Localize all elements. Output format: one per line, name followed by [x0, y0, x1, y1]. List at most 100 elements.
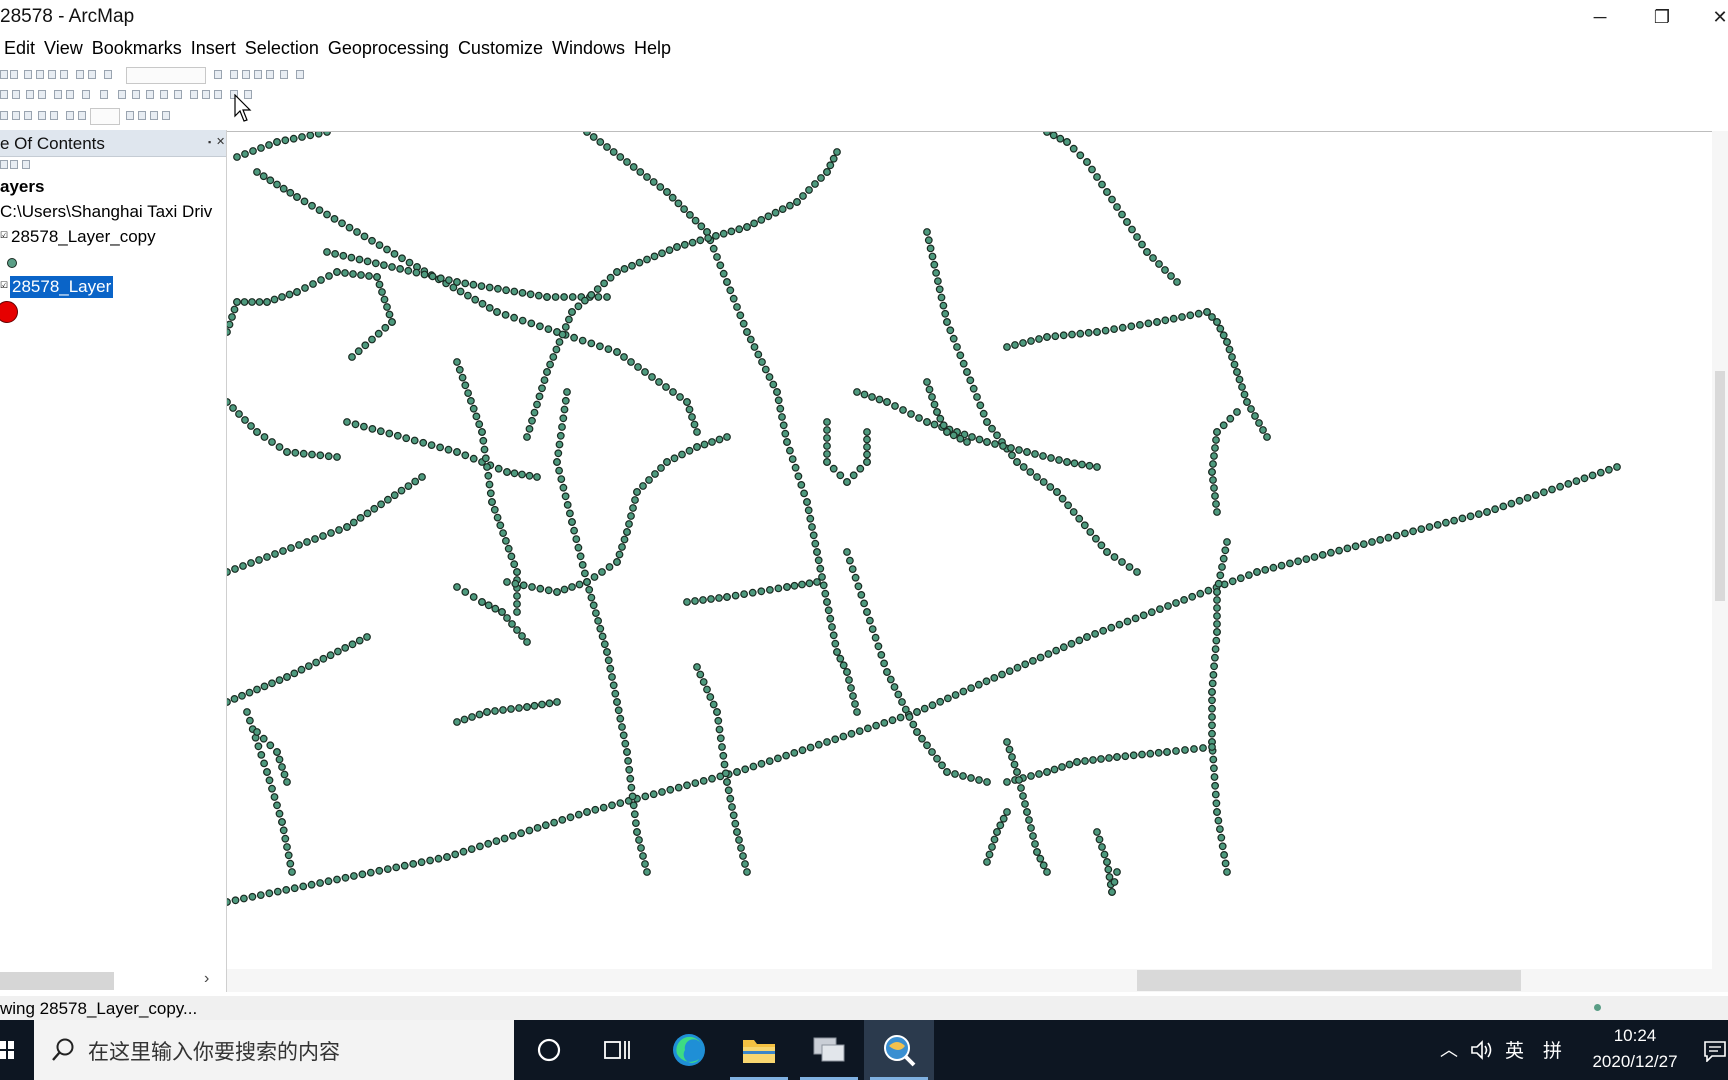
- gps-point: [863, 428, 871, 436]
- fixed-zoom-out-icon[interactable]: [38, 90, 46, 99]
- save-icon[interactable]: [0, 70, 8, 79]
- arctoolbox-icon[interactable]: [266, 70, 274, 79]
- map-display[interactable]: [227, 131, 1728, 970]
- list-by-drawing-order-icon[interactable]: [0, 160, 8, 169]
- cut-icon[interactable]: [24, 70, 32, 79]
- layout-icon-2[interactable]: [12, 111, 20, 120]
- taskbar-search-box[interactable]: 在这里输入你要搜索的内容: [34, 1020, 514, 1080]
- gps-point: [390, 249, 399, 258]
- ime-language[interactable]: 英: [1505, 1036, 1524, 1063]
- text-icon[interactable]: [138, 111, 146, 120]
- clock-time[interactable]: 10:24: [1590, 1026, 1680, 1046]
- copy-icon[interactable]: [36, 70, 44, 79]
- toc-scroll-thumb[interactable]: [0, 972, 114, 990]
- notification-icon[interactable]: [1704, 1040, 1726, 1062]
- group-icon[interactable]: [66, 111, 74, 120]
- menu-bookmarks[interactable]: Bookmarks: [88, 36, 187, 64]
- gps-point: [379, 261, 388, 270]
- catalog-window-icon[interactable]: [242, 70, 250, 79]
- close-button[interactable]: ✕: [1690, 0, 1728, 34]
- menu-customize[interactable]: Customize: [454, 36, 548, 64]
- toc-window-icon[interactable]: [230, 70, 238, 79]
- layer-name-selected[interactable]: 28578_Layer: [10, 276, 114, 298]
- pin-icon[interactable]: ▪: [208, 137, 211, 147]
- rectangle-icon[interactable]: [126, 111, 134, 120]
- cortana-button[interactable]: [514, 1020, 584, 1080]
- layout-icon[interactable]: [0, 111, 8, 120]
- delete-icon[interactable]: [60, 70, 68, 79]
- menu-selection[interactable]: Selection: [241, 36, 324, 64]
- start-windows-icon[interactable]: [0, 1041, 14, 1059]
- map-hscroll-thumb[interactable]: [1137, 970, 1521, 991]
- ungroup-icon[interactable]: [78, 111, 86, 120]
- html-popup-icon[interactable]: [160, 90, 168, 99]
- map-scale-combo[interactable]: [126, 67, 206, 84]
- menu-insert[interactable]: Insert: [187, 36, 241, 64]
- list-by-source-icon[interactable]: [10, 160, 18, 169]
- layout-icon-3[interactable]: [24, 111, 32, 120]
- map-vertical-scrollbar[interactable]: [1712, 131, 1728, 969]
- find-icon[interactable]: [190, 90, 198, 99]
- hyperlink-icon[interactable]: [146, 90, 154, 99]
- map-horizontal-scrollbar[interactable]: [227, 969, 1728, 992]
- taskbar-arcmap-button[interactable]: [864, 1020, 934, 1080]
- color-combo[interactable]: [90, 108, 120, 125]
- ime-mode[interactable]: 拼: [1543, 1036, 1562, 1063]
- menu-help[interactable]: Help: [630, 36, 676, 64]
- back-extent-icon[interactable]: [54, 90, 62, 99]
- taskbar-edge-button[interactable]: [654, 1020, 724, 1080]
- scroll-right-arrow-icon[interactable]: ›: [204, 970, 209, 988]
- redo-icon[interactable]: [88, 70, 96, 79]
- measure-icon[interactable]: [174, 90, 182, 99]
- minimize-button[interactable]: ─: [1570, 0, 1630, 34]
- gps-point: [410, 436, 419, 445]
- layer-checkbox-icon[interactable]: ☑: [0, 280, 8, 291]
- select-elements-icon[interactable]: [118, 90, 126, 99]
- python-icon[interactable]: [280, 70, 288, 79]
- map-vscroll-thumb[interactable]: [1715, 371, 1725, 601]
- pan-icon[interactable]: [12, 90, 20, 99]
- paste-icon[interactable]: [48, 70, 56, 79]
- forward-extent-icon[interactable]: [66, 90, 74, 99]
- toc-close-icon[interactable]: ✕: [216, 135, 225, 148]
- editor-toolbar-icon[interactable]: [214, 70, 222, 79]
- data-frame-label[interactable]: ayers: [0, 177, 44, 197]
- layer-symbol-red-point-icon[interactable]: [0, 301, 18, 323]
- go-to-xy-icon[interactable]: [214, 90, 222, 99]
- toc-horizontal-scrollbar[interactable]: ›: [0, 968, 224, 992]
- gps-point: [341, 644, 350, 652]
- zoom-in-icon[interactable]: [0, 90, 8, 99]
- restore-button[interactable]: ❐: [1632, 0, 1692, 34]
- distribute-icon[interactable]: [50, 111, 58, 120]
- menu-geoprocessing[interactable]: Geoprocessing: [324, 36, 454, 64]
- taskbar-explorer-button[interactable]: [724, 1020, 794, 1080]
- layer-name-copy[interactable]: 28578_Layer_copy: [11, 227, 156, 247]
- identify-icon[interactable]: [132, 90, 140, 99]
- fixed-zoom-in-icon[interactable]: [26, 90, 34, 99]
- search-window-icon[interactable]: [254, 70, 262, 79]
- marker-icon[interactable]: [150, 111, 158, 120]
- gps-point: [723, 778, 731, 786]
- volume-icon[interactable]: [1470, 1040, 1494, 1060]
- clock-date[interactable]: 2020/12/27: [1580, 1052, 1690, 1072]
- taskbar-app-button[interactable]: [794, 1020, 864, 1080]
- layer-symbol-point-icon[interactable]: [7, 258, 17, 268]
- undo-icon[interactable]: [76, 70, 84, 79]
- menu-view[interactable]: View: [40, 36, 88, 64]
- align-icon[interactable]: [38, 111, 46, 120]
- select-features-icon[interactable]: [100, 90, 108, 99]
- full-extent-icon[interactable]: [82, 90, 90, 99]
- layer-checkbox-icon[interactable]: ☑: [0, 230, 8, 241]
- print-icon[interactable]: [10, 70, 18, 79]
- list-by-selection-icon[interactable]: [22, 160, 30, 169]
- add-data-icon[interactable]: [104, 70, 112, 79]
- image-icon[interactable]: [162, 111, 170, 120]
- find-route-icon[interactable]: [202, 90, 210, 99]
- task-view-button[interactable]: [582, 1020, 652, 1080]
- gps-point: [315, 206, 324, 214]
- menu-windows[interactable]: Windows: [548, 36, 630, 64]
- show-hidden-icons-icon[interactable]: ︿: [1440, 1036, 1458, 1062]
- gps-point: [1483, 508, 1491, 516]
- model-builder-icon[interactable]: [296, 70, 304, 79]
- menu-edit[interactable]: Edit: [0, 36, 40, 64]
